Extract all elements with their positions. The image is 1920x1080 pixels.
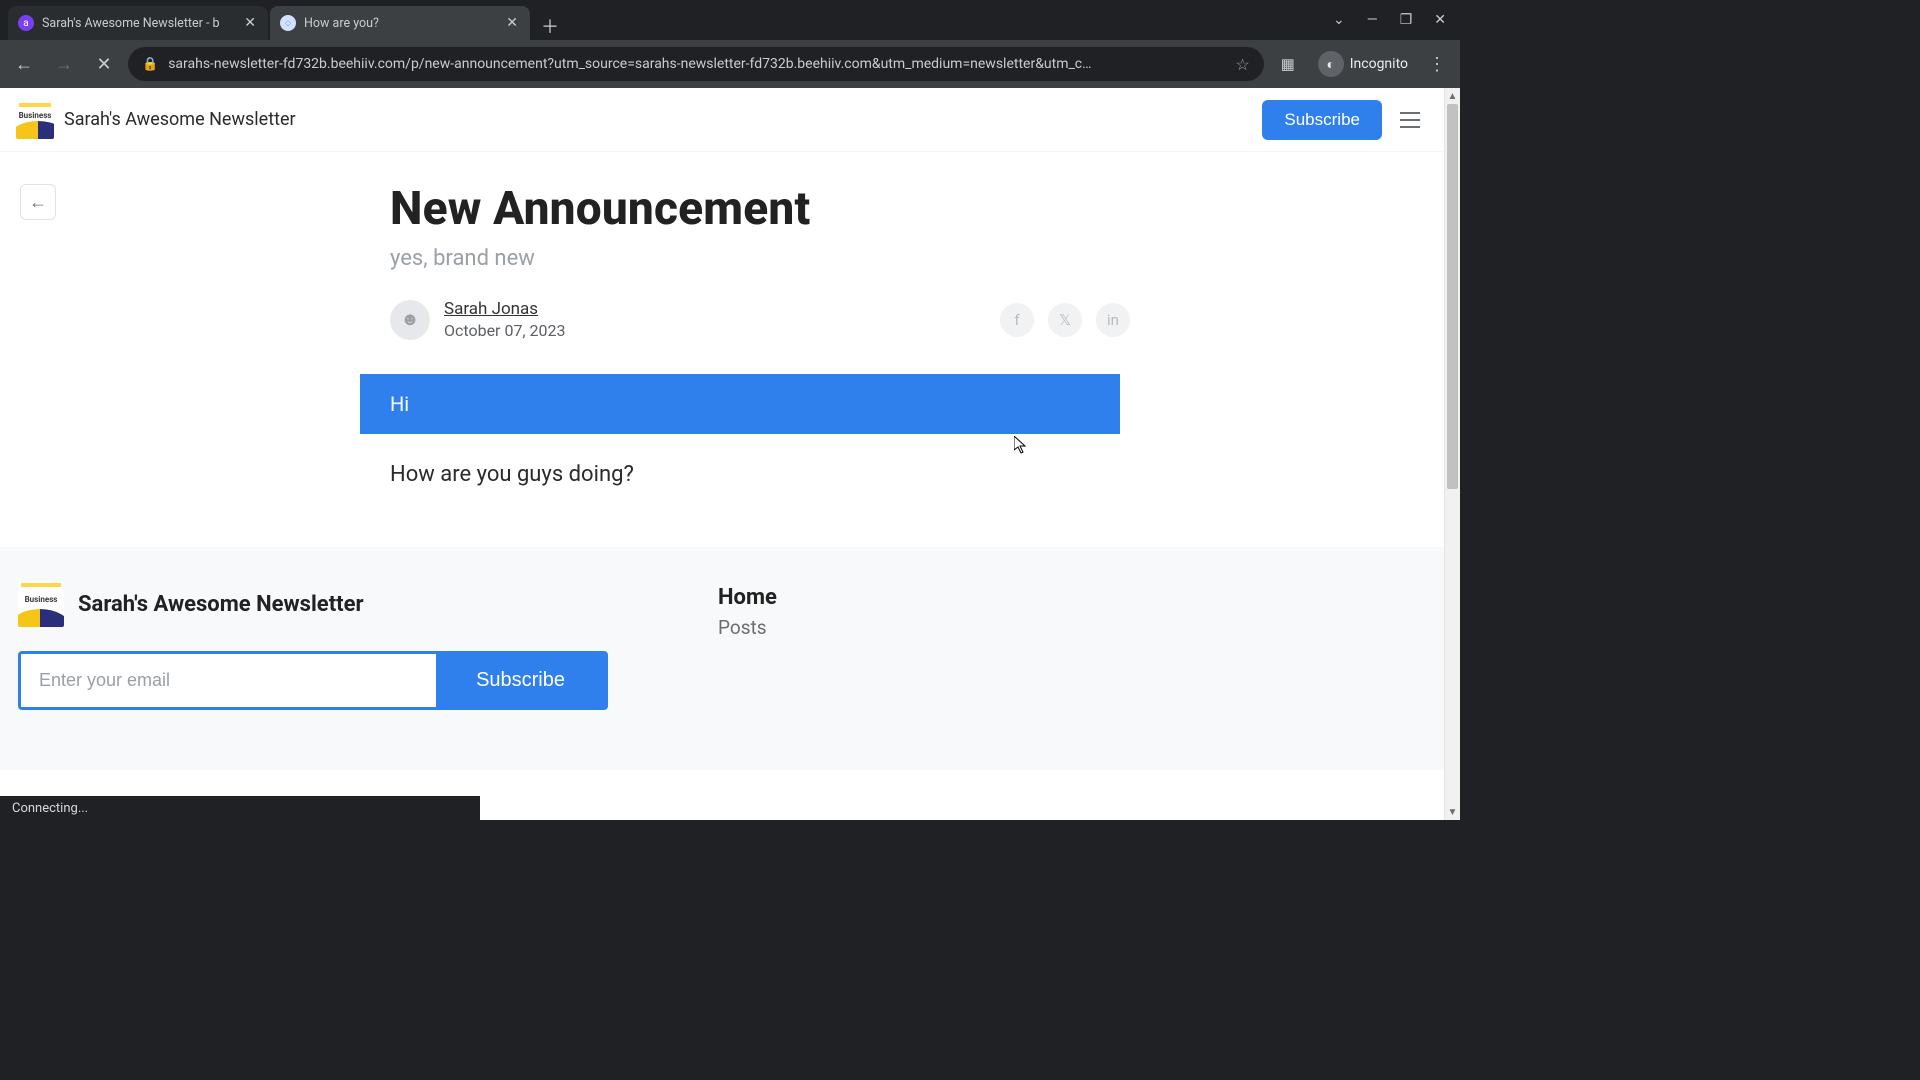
chevron-down-icon[interactable]: ⌄ bbox=[1333, 12, 1345, 28]
article-title: New Announcement bbox=[390, 182, 1130, 236]
browser-tab[interactable]: a Sarah's Awesome Newsletter - b ✕ bbox=[8, 6, 268, 40]
site-header: Business Sarah's Awesome Newsletter Subs… bbox=[0, 88, 1444, 152]
site-brand[interactable]: Business Sarah's Awesome Newsletter bbox=[16, 101, 296, 139]
browser-tab[interactable]: ◌ How are you? ✕ bbox=[270, 6, 530, 40]
subscribe-button[interactable]: Subscribe bbox=[1262, 100, 1382, 140]
brand-name: Sarah's Awesome Newsletter bbox=[64, 109, 296, 130]
close-icon[interactable]: ✕ bbox=[504, 14, 520, 32]
hamburger-menu-icon[interactable] bbox=[1396, 106, 1424, 134]
share-x-icon[interactable]: 𝕏 bbox=[1048, 303, 1082, 337]
article-subtitle: yes, brand new bbox=[390, 246, 1130, 271]
browser-menu-button[interactable]: ⋮ bbox=[1422, 54, 1452, 75]
url-text: sarahs-newsletter-fd732b.beehiiv.com/p/n… bbox=[168, 56, 1225, 72]
page-viewport: Business Sarah's Awesome Newsletter Subs… bbox=[0, 88, 1460, 820]
footer-brand[interactable]: Business Sarah's Awesome Newsletter bbox=[18, 581, 658, 627]
lock-icon: 🔒 bbox=[142, 57, 158, 72]
scroll-thumb[interactable] bbox=[1447, 104, 1458, 489]
window-controls: ⌄ ― ❐ ✕ bbox=[1333, 0, 1460, 40]
incognito-icon: ◐ bbox=[1318, 51, 1344, 77]
footer-brand-name: Sarah's Awesome Newsletter bbox=[78, 592, 364, 617]
brand-logo: Business bbox=[16, 101, 54, 139]
article-back-button[interactable]: ← bbox=[20, 184, 56, 220]
footer-nav-home[interactable]: Home bbox=[718, 585, 1426, 610]
highlight-block: Hi bbox=[360, 374, 1120, 434]
author-link[interactable]: Sarah Jonas bbox=[444, 299, 566, 319]
bookmark-star-icon[interactable]: ☆ bbox=[1235, 55, 1249, 74]
byline-row: ☻ Sarah Jonas October 07, 2023 f 𝕏 in bbox=[390, 299, 1130, 340]
share-facebook-icon[interactable]: f bbox=[1000, 303, 1034, 337]
minimize-icon[interactable]: ― bbox=[1367, 12, 1378, 28]
vertical-scrollbar[interactable]: ▲ ▼ bbox=[1444, 88, 1460, 820]
tab-strip: a Sarah's Awesome Newsletter - b ✕ ◌ How… bbox=[0, 0, 1460, 40]
favicon-icon: a bbox=[18, 15, 34, 31]
article-body-text: How are you guys doing? bbox=[390, 462, 1130, 487]
subscribe-form: Subscribe bbox=[18, 651, 608, 710]
share-linkedin-icon[interactable]: in bbox=[1096, 303, 1130, 337]
stop-reload-button[interactable]: ✕ bbox=[88, 48, 120, 80]
close-icon[interactable]: ✕ bbox=[242, 14, 258, 32]
status-text: Connecting... bbox=[12, 801, 88, 816]
incognito-indicator[interactable]: ◐ Incognito bbox=[1312, 51, 1414, 77]
footer-nav-posts[interactable]: Posts bbox=[718, 616, 1426, 639]
favicon-icon: ◌ bbox=[280, 15, 296, 31]
extensions-icon[interactable]: ▦ bbox=[1272, 48, 1304, 80]
footer-subscribe-button[interactable]: Subscribe bbox=[436, 654, 605, 707]
new-tab-button[interactable]: ＋ bbox=[536, 12, 564, 40]
back-button[interactable]: ← bbox=[8, 48, 40, 80]
tab-title: Sarah's Awesome Newsletter - b bbox=[42, 16, 234, 31]
address-bar[interactable]: 🔒 sarahs-newsletter-fd732b.beehiiv.com/p… bbox=[128, 47, 1264, 81]
email-input[interactable] bbox=[21, 654, 436, 707]
publish-date: October 07, 2023 bbox=[444, 321, 566, 340]
browser-toolbar: ← → ✕ 🔒 sarahs-newsletter-fd732b.beehiiv… bbox=[0, 40, 1460, 88]
tab-title: How are you? bbox=[304, 16, 496, 31]
maximize-icon[interactable]: ❐ bbox=[1400, 12, 1413, 28]
scroll-down-icon[interactable]: ▼ bbox=[1445, 804, 1460, 820]
scroll-up-icon[interactable]: ▲ bbox=[1445, 88, 1460, 104]
forward-button[interactable]: → bbox=[48, 48, 80, 80]
share-buttons: f 𝕏 in bbox=[1000, 303, 1130, 337]
site-footer: Business Sarah's Awesome Newsletter Subs… bbox=[0, 547, 1444, 770]
article: New Announcement yes, brand new ☻ Sarah … bbox=[390, 182, 1130, 487]
brand-logo: Business bbox=[18, 581, 64, 627]
close-window-icon[interactable]: ✕ bbox=[1434, 12, 1446, 28]
author-avatar[interactable]: ☻ bbox=[390, 300, 430, 340]
incognito-label: Incognito bbox=[1350, 56, 1408, 72]
status-bar: Connecting... bbox=[0, 796, 480, 820]
